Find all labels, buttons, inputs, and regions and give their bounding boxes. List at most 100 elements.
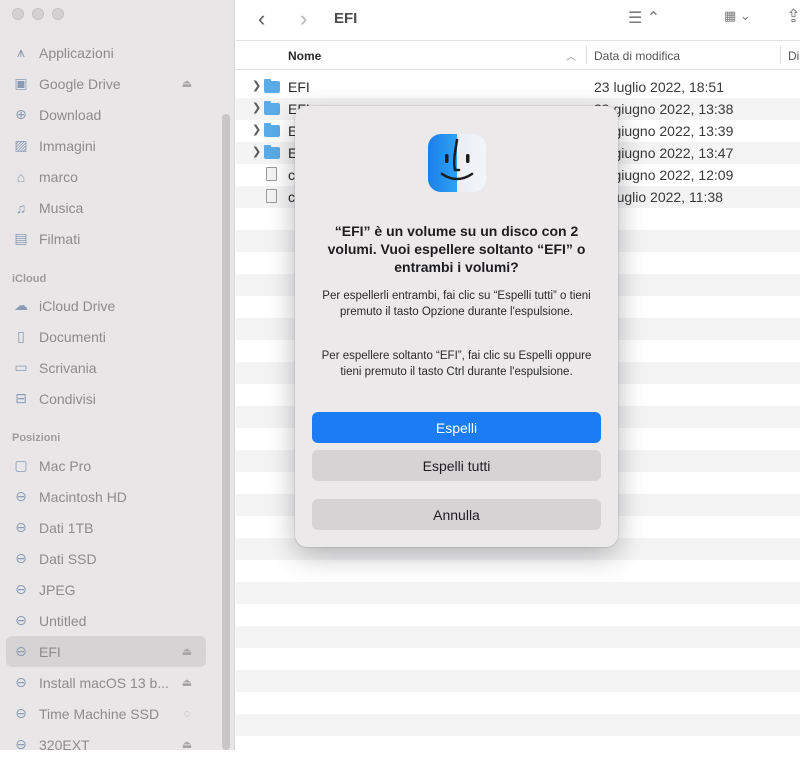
sidebar-scrollbar[interactable] bbox=[222, 114, 230, 750]
disk-icon: ⊖ bbox=[15, 705, 27, 721]
sidebar-item-macintosh-hd[interactable]: ⊖ Macintosh HD bbox=[6, 481, 206, 512]
sidebar-item-download[interactable]: ⊕ Download bbox=[6, 99, 206, 130]
empty-row bbox=[236, 736, 800, 758]
column-header: Nome ︿ Data di modifica Di bbox=[236, 40, 800, 70]
sidebar-item-label: 320EXT bbox=[39, 736, 90, 753]
sidebar-item-immagini[interactable]: ▨ Immagini bbox=[6, 130, 206, 161]
sidebar-item-applicazioni[interactable]: ⩚ Applicazioni bbox=[6, 37, 206, 68]
folder-icon bbox=[264, 123, 280, 137]
cloud-icon: ☁ bbox=[14, 297, 28, 313]
sidebar-item-label: Install macOS 13 b... bbox=[39, 674, 169, 691]
disclosure-chevron-icon[interactable]: ❯ bbox=[252, 101, 261, 114]
folder-icon bbox=[264, 101, 280, 115]
sidebar-item-condivisi[interactable]: ⊟ Condivisi bbox=[6, 383, 206, 414]
disk-icon: ⊖ bbox=[15, 581, 27, 597]
minimize-window-button[interactable] bbox=[32, 8, 44, 20]
empty-row bbox=[236, 670, 800, 692]
eject-button[interactable]: Espelli bbox=[312, 412, 601, 443]
photo-icon: ▨ bbox=[14, 137, 28, 153]
sidebar-item-label: Filmati bbox=[39, 230, 81, 247]
sidebar-item-documenti[interactable]: ▯ Documenti bbox=[6, 321, 206, 352]
empty-row bbox=[236, 582, 800, 604]
sort-chevron-icon: ︿ bbox=[566, 52, 576, 63]
sidebar-item-untitled[interactable]: ⊖ Untitled bbox=[6, 605, 206, 636]
dialog-title: “EFI” è un volume su un disco con 2 volu… bbox=[327, 223, 586, 275]
sidebar-item-label: Documenti bbox=[39, 328, 106, 345]
list-view-icon[interactable]: ☰ ⌃ bbox=[628, 8, 660, 28]
sidebar-item-label: Download bbox=[39, 106, 102, 123]
back-button[interactable]: ‹ bbox=[258, 6, 265, 32]
disk-icon: ⊖ bbox=[15, 550, 27, 566]
column-name[interactable]: Nome bbox=[288, 49, 321, 63]
sidebar-item-install-macos-13-b[interactable]: ⊖ Install macOS 13 b... ⏏ bbox=[6, 667, 206, 698]
sidebar-item-efi[interactable]: ⊖ EFI ⏏ bbox=[6, 636, 206, 667]
sidebar-item-label: Applicazioni bbox=[39, 44, 114, 61]
document-icon: ▯ bbox=[17, 328, 25, 344]
sidebar-item-jpeg[interactable]: ⊖ JPEG bbox=[6, 574, 206, 605]
eject-icon[interactable]: ⏏ bbox=[180, 738, 194, 751]
eject-all-button[interactable]: Espelli tutti bbox=[312, 450, 601, 481]
sidebar-item-label: Time Machine SSD bbox=[39, 705, 160, 722]
applications-icon: ⩚ bbox=[17, 44, 25, 60]
sidebar: ⩚ Applicazioni ▣ Google Drive ⏏ ⊕ Download ▨ Imm… bbox=[0, 0, 235, 753]
sidebar-item-dati-1tb[interactable]: ⊖ Dati 1TB bbox=[6, 512, 206, 543]
sidebar-item-filmati[interactable]: ▤ Filmati bbox=[6, 223, 206, 254]
eject-icon[interactable]: ⏏ bbox=[180, 77, 194, 90]
disclosure-chevron-icon[interactable]: ❯ bbox=[252, 79, 261, 92]
sidebar-item-time-machine-ssd[interactable]: ⊖ Time Machine SSD ◌ bbox=[6, 698, 206, 729]
forward-button[interactable]: › bbox=[300, 6, 307, 32]
zoom-window-button[interactable] bbox=[52, 8, 64, 20]
sidebar-item-label: EFI bbox=[39, 643, 61, 660]
dialog-text-eject-one: Per espellere soltanto “EFI”, fai clic s… bbox=[321, 350, 592, 378]
empty-row bbox=[236, 648, 800, 670]
sidebar-item-icloud-drive[interactable]: ☁ iCloud Drive bbox=[6, 290, 206, 321]
sidebar-item-google-drive[interactable]: ▣ Google Drive ⏏ bbox=[6, 68, 206, 99]
sidebar-item-dati-ssd[interactable]: ⊖ Dati SSD bbox=[6, 543, 206, 574]
close-window-button[interactable] bbox=[12, 8, 24, 20]
sidebar-item-label: Google Drive bbox=[39, 75, 121, 92]
download-icon: ⊕ bbox=[15, 106, 27, 122]
file-row[interactable]: ❯ EFI 23 luglio 2022, 18:51 bbox=[236, 76, 800, 98]
file-date: 23 luglio 2022, 18:51 bbox=[594, 79, 724, 95]
music-icon: ♫ bbox=[15, 199, 27, 216]
sidebar-item-label: iCloud Drive bbox=[39, 297, 116, 314]
computer-icon: ▢ bbox=[14, 457, 28, 473]
folder-icon bbox=[264, 145, 280, 159]
sidebar-item-scrivania[interactable]: ▭ Scrivania bbox=[6, 352, 206, 383]
disk-icon: ⊖ bbox=[15, 674, 27, 690]
grid-view-icon[interactable]: ▦ ⌄ bbox=[724, 8, 751, 24]
eject-icon[interactable]: ⏏ bbox=[180, 645, 194, 658]
dialog-text-eject-all: Per espellerli entrambi, fai clic su “Es… bbox=[322, 290, 591, 318]
document-icon bbox=[266, 167, 277, 181]
sidebar-item-label: marco bbox=[39, 168, 78, 185]
eject-dialog: “EFI” è un volume su un disco con 2 volu… bbox=[295, 106, 618, 547]
sidebar-item-label: Immagini bbox=[39, 137, 96, 154]
share-icon[interactable]: ⇪ bbox=[786, 6, 800, 28]
film-icon: ▤ bbox=[14, 230, 28, 246]
eject-icon[interactable]: ⏏ bbox=[180, 676, 194, 689]
sidebar-item-320ext[interactable]: ⊖ 320EXT ⏏ bbox=[6, 729, 206, 760]
sidebar-item-label: Musica bbox=[39, 199, 84, 216]
home-icon: ⌂ bbox=[16, 168, 26, 185]
sidebar-item-label: Dati 1TB bbox=[39, 519, 94, 536]
disclosure-chevron-icon[interactable]: ❯ bbox=[252, 123, 261, 136]
file-name: EFI bbox=[288, 79, 310, 95]
sidebar-item-musica[interactable]: ♫ Musica bbox=[6, 192, 206, 223]
disk-icon: ⊖ bbox=[15, 519, 27, 535]
column-date[interactable]: Data di modifica bbox=[594, 49, 680, 63]
document-icon bbox=[266, 189, 277, 203]
sidebar-item-marco[interactable]: ⌂ marco bbox=[6, 161, 206, 192]
sidebar-item-label: Untitled bbox=[39, 612, 87, 629]
disk-icon: ⊖ bbox=[15, 488, 27, 504]
window-title: EFI bbox=[334, 10, 358, 27]
column-extra[interactable]: Di bbox=[788, 49, 799, 63]
sync-spinner-icon: ◌ bbox=[183, 707, 191, 720]
sidebar-item-label: Scrivania bbox=[39, 359, 97, 376]
folder-icon bbox=[264, 79, 280, 93]
locations-section-header: Posizioni bbox=[12, 432, 61, 444]
cancel-button[interactable]: Annulla bbox=[312, 499, 601, 530]
disk-icon: ⊖ bbox=[15, 612, 27, 628]
sidebar-item-mac-pro[interactable]: ▢ Mac Pro bbox=[6, 450, 206, 481]
empty-row bbox=[236, 626, 800, 648]
disclosure-chevron-icon[interactable]: ❯ bbox=[252, 145, 261, 158]
